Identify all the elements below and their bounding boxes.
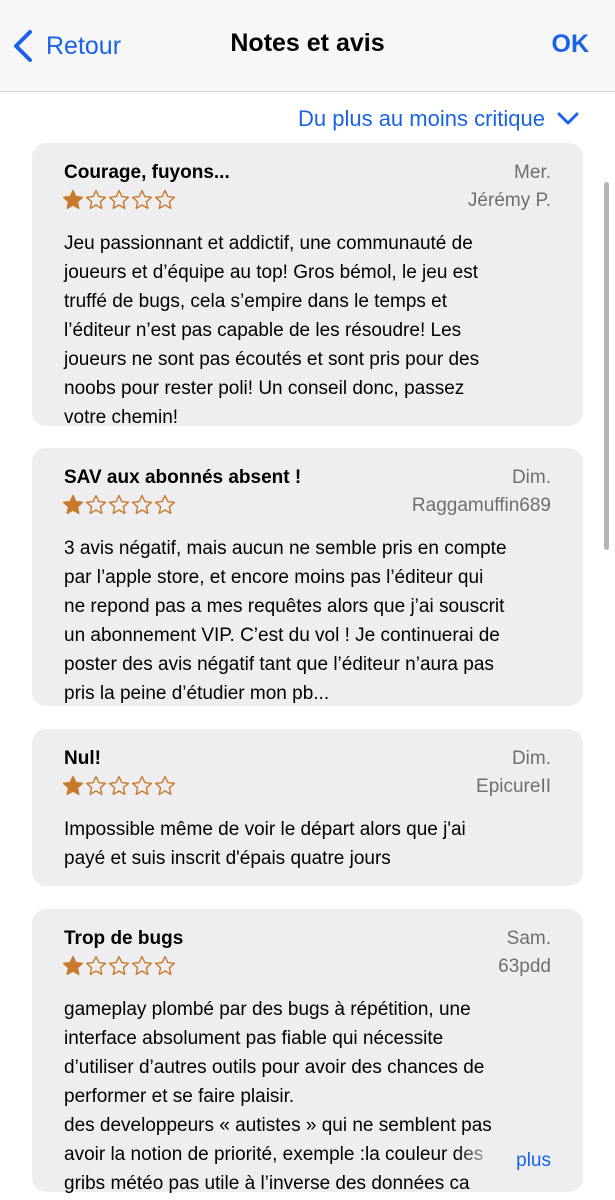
star-rating (62, 955, 177, 977)
star-filled-icon (62, 189, 84, 210)
review-author: Raggamuffin689 (411, 495, 551, 516)
scrollbar[interactable] (604, 182, 609, 550)
star-rating (62, 775, 177, 797)
star-filled-icon (62, 494, 84, 515)
star-empty-icon (154, 189, 176, 210)
navigation-bar: Retour Notes et avis OK (0, 0, 615, 92)
review-body: Jeu passionnant et addictif, une communa… (64, 233, 480, 428)
star-empty-icon (154, 955, 176, 976)
sort-selector[interactable]: Du plus au moins critique (298, 104, 579, 134)
star-filled-icon (62, 955, 84, 976)
star-empty-icon (85, 955, 107, 976)
review-author: Jérémy P. (467, 190, 551, 211)
chevron-down-icon (557, 112, 579, 125)
review-author: EpicureII (476, 776, 551, 797)
more-link[interactable]: plus (456, 1146, 551, 1175)
star-empty-icon (85, 775, 107, 796)
review-title: SAV aux abonnés absent ! (64, 467, 302, 488)
star-empty-icon (108, 955, 130, 976)
review-author: 63pdd (498, 956, 551, 977)
star-empty-icon (85, 494, 107, 515)
review-card[interactable]: SAV aux abonnés absent ! Dim. Raggamuffi… (32, 448, 583, 706)
star-empty-icon (154, 775, 176, 796)
review-card[interactable]: Trop de bugs Sam. 63pdd gameplay plombé … (32, 909, 583, 1194)
ok-button[interactable]: OK (552, 30, 590, 59)
review-body: 3 avis négatif, mais aucun ne semble pri… (64, 538, 507, 704)
page-title: Notes et avis (230, 29, 385, 57)
star-empty-icon (131, 494, 153, 515)
star-empty-icon (108, 189, 130, 210)
star-filled-icon (62, 775, 84, 796)
review-date: Dim. (511, 467, 551, 488)
star-empty-icon (131, 775, 153, 796)
review-card[interactable]: Nul! Dim. EpicureII Impossible même de v… (32, 729, 583, 886)
star-rating (62, 494, 177, 516)
review-date: Sam. (506, 928, 551, 949)
star-rating (62, 189, 177, 211)
star-empty-icon (154, 494, 176, 515)
review-title: Nul! (64, 748, 101, 769)
review-card[interactable]: Courage, fuyons... Mer. Jérémy P. Jeu pa… (32, 143, 583, 428)
review-title: Courage, fuyons... (64, 162, 230, 183)
star-empty-icon (85, 189, 107, 210)
review-title: Trop de bugs (64, 928, 184, 949)
sort-label: Du plus au moins critique (297, 106, 545, 131)
review-date: Dim. (511, 748, 551, 769)
review-date: Mer. (514, 162, 551, 183)
star-empty-icon (108, 775, 130, 796)
review-body: Impossible même de voir le départ alors … (64, 819, 466, 869)
star-empty-icon (108, 494, 130, 515)
star-empty-icon (131, 955, 153, 976)
star-empty-icon (131, 189, 153, 210)
